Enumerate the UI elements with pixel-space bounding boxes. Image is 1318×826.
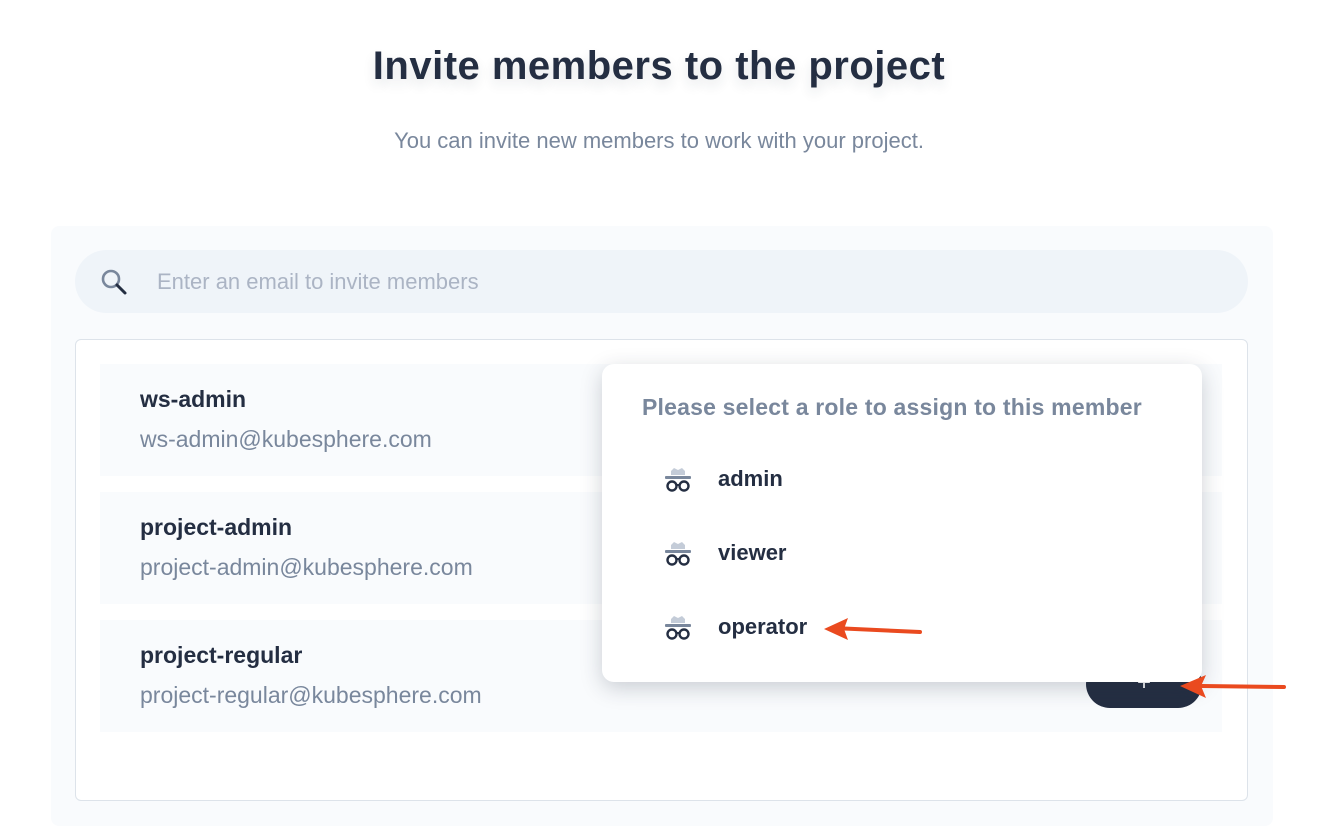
role-option-admin[interactable]: admin: [602, 450, 1202, 510]
annotation-arrow-icon: [824, 618, 922, 640]
role-icon: [665, 616, 691, 640]
member-name: project-admin: [140, 514, 293, 540]
role-label: viewer: [718, 540, 787, 565]
role-icon: [665, 542, 691, 566]
page-subtitle: You can invite new members to work with …: [394, 128, 924, 153]
role-icon: [665, 468, 691, 492]
member-name: project-regular: [140, 642, 303, 668]
role-option-viewer[interactable]: viewer: [602, 524, 1202, 584]
role-label: admin: [718, 466, 783, 491]
member-email: ws-admin@kubesphere.com: [140, 426, 432, 452]
search-input[interactable]: [155, 262, 1219, 302]
role-label: operator: [718, 614, 808, 639]
member-email: project-regular@kubesphere.com: [140, 682, 482, 708]
dropdown-title: Please select a role to assign to this m…: [642, 394, 1142, 420]
member-name: ws-admin: [140, 386, 247, 412]
page-title: Invite members to the project: [372, 44, 946, 88]
annotation-arrow-icon: [1180, 675, 1286, 698]
member-email: project-admin@kubesphere.com: [140, 554, 473, 580]
search-icon: [101, 269, 127, 295]
